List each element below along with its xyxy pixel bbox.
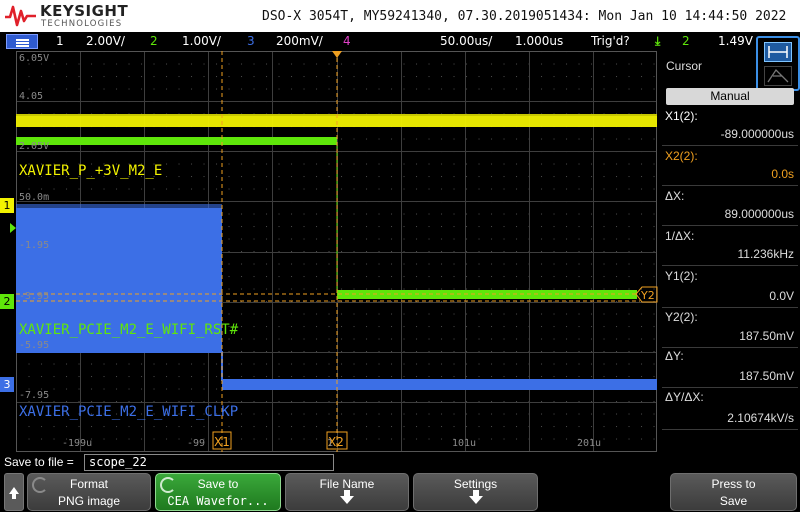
divider	[662, 307, 798, 308]
cursor-x1-tag: X1	[214, 435, 230, 449]
keysight-logo: KEYSIGHT TECHNOLOGIES	[4, 2, 134, 30]
save-to-softkey-value: ∁EA Wavefor...	[167, 494, 269, 508]
divider	[662, 265, 798, 266]
ch3-number[interactable]: 3	[247, 34, 255, 48]
divider	[662, 347, 798, 348]
ch3-label[interactable]: XAVIER_PCIE_M2_E_WIFI_CLKP	[19, 404, 238, 420]
y1-value[interactable]: 0.0V	[769, 289, 794, 303]
timebase-scale[interactable]: 50.00us/	[440, 34, 492, 48]
ch3-trace-idle	[222, 379, 657, 390]
scale-label: -3.95	[19, 291, 50, 302]
ch2-trace-high	[16, 137, 337, 145]
trigger-status: Trig'd?	[591, 34, 630, 48]
divider	[662, 145, 798, 146]
instrument-identity-line: DSO-X 3054T, MY59241340, 07.30.201905143…	[262, 9, 787, 24]
down-arrow-icon	[340, 490, 354, 504]
cursor-mode-button[interactable]: Manual	[666, 88, 794, 105]
panel-title: Cursor	[666, 59, 703, 73]
ch1-number[interactable]: 1	[56, 34, 64, 48]
cursor-panel: Cursor Manual X1(2): -89.000000us X2(2):…	[660, 36, 800, 452]
settings-softkey-label: Settings	[453, 477, 498, 491]
scale-label: -1.95	[19, 240, 50, 251]
press-to-save-value: Save	[719, 494, 748, 508]
dy-value: 187.50mV	[739, 369, 794, 383]
format-softkey-value: PNG image	[57, 494, 121, 508]
ch3-trace-top-noise	[16, 204, 222, 209]
dydx-value: 2.10674kV/s	[727, 411, 794, 425]
time-label: 1	[327, 438, 334, 449]
back-button[interactable]	[4, 473, 24, 511]
inv-dx-value: 11.236kHz	[737, 247, 794, 261]
keysight-wave-icon	[5, 5, 36, 27]
scale-label: -5.95	[19, 340, 50, 351]
trigger-edge-icon: ⤓	[655, 34, 661, 48]
cursor-mode-manual-icon[interactable]	[764, 42, 792, 62]
y2-label: Y2(2):	[665, 310, 698, 324]
file-name-softkey[interactable]: File Name	[285, 473, 409, 511]
x2-value[interactable]: 0.0s	[771, 167, 794, 181]
ch2-label[interactable]: XAVIER_PCIE_M2_E_WIFI_RST#	[19, 322, 238, 338]
scale-label: 50.0m	[19, 192, 50, 203]
ch3-ground-marker[interactable]: 3	[0, 377, 14, 392]
save-to-softkey[interactable]: Save to ∁EA Wavefor...	[155, 473, 281, 511]
dx-value: 89.000000us	[724, 207, 794, 221]
format-softkey[interactable]: Format PNG image	[27, 473, 151, 511]
format-softkey-label: Format	[69, 477, 108, 491]
trigger-delay[interactable]: 1.000us	[515, 34, 563, 48]
ch4-number[interactable]: 4	[343, 34, 351, 48]
brand-subtitle: TECHNOLOGIES	[41, 19, 123, 29]
time-label: 201u	[577, 438, 602, 449]
save-to-softkey-label: Save to	[197, 477, 239, 491]
dx-label: ΔX:	[665, 189, 685, 203]
ch3-scale[interactable]: 200mV/	[276, 34, 323, 48]
ch2-scale[interactable]: 1.00V/	[182, 34, 221, 48]
scale-label: -7.95	[19, 390, 50, 401]
channel-status-bar: 1 2.00V/ 2 1.00V/ 3 200mV/ 4 50.00us/ 1.…	[0, 32, 800, 51]
ch2-number[interactable]: 2	[150, 34, 158, 48]
time-label: -99	[187, 438, 206, 449]
divider	[662, 429, 798, 430]
main-menu-button[interactable]	[6, 34, 38, 49]
divider	[662, 387, 798, 388]
file-name-softkey-label: File Name	[319, 477, 375, 491]
scale-label: 2.05V	[19, 141, 50, 152]
ch1-ground-marker[interactable]: 1	[0, 198, 14, 213]
down-arrow-icon	[468, 490, 483, 504]
save-file-label: Save to file =	[4, 455, 74, 469]
trigger-level-marker-icon	[10, 223, 16, 233]
waveform-graticule[interactable]: X1 X2 Y2	[16, 51, 658, 452]
time-label: -199u	[62, 438, 93, 449]
save-filename-field[interactable]: scope_22	[84, 454, 334, 471]
dydx-label: ΔY/ΔX:	[665, 390, 704, 404]
settings-softkey[interactable]: Settings	[413, 473, 538, 511]
instrument-header: KEYSIGHT TECHNOLOGIES DSO-X 3054T, MY592…	[0, 0, 800, 32]
divider	[662, 225, 798, 226]
save-file-row: Save to file = scope_22	[0, 452, 800, 472]
scale-label: 6.05V	[19, 53, 50, 64]
cursor-mode-selector[interactable]	[756, 36, 800, 91]
ch1-scale[interactable]: 2.00V/	[86, 34, 125, 48]
scale-label: 4.05	[19, 91, 44, 102]
y1-label: Y1(2):	[665, 269, 698, 283]
cursor-mode-track-icon[interactable]	[764, 66, 792, 86]
cursor-y2-tag: Y2	[640, 289, 655, 302]
x2-label: X2(2):	[665, 149, 698, 163]
x1-value[interactable]: -89.000000us	[721, 127, 794, 141]
inv-dx-label: 1/ΔX:	[665, 229, 695, 243]
y2-value[interactable]: 187.50mV	[739, 329, 794, 343]
ch1-label[interactable]: XAVIER_P_+3V_M2_E	[19, 163, 162, 179]
trigger-level[interactable]: 1.49V	[718, 34, 753, 48]
ch2-ground-marker[interactable]: 2	[0, 294, 14, 309]
dy-label: ΔY:	[665, 349, 684, 363]
x1-label: X1(2):	[665, 109, 698, 123]
press-to-save-softkey[interactable]: Press to Save	[670, 473, 797, 511]
brand-name: KEYSIGHT	[40, 2, 129, 20]
time-label: 101u	[452, 438, 477, 449]
trigger-channel[interactable]: 2	[682, 34, 690, 48]
divider	[662, 185, 798, 186]
press-to-save-label: Press to	[711, 477, 756, 491]
